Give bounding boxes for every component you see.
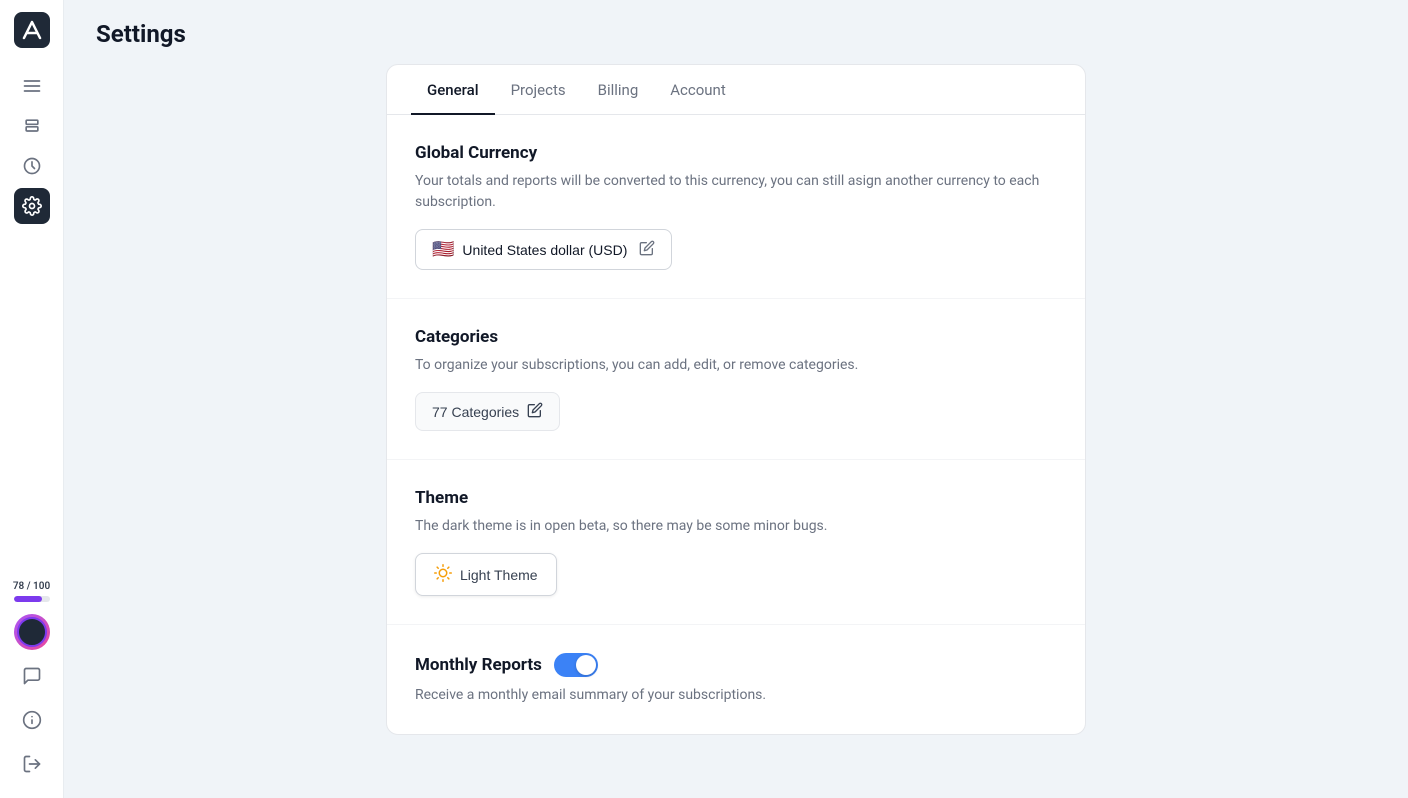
monthly-reports-title: Monthly Reports	[415, 655, 542, 675]
monthly-reports-toggle[interactable]	[554, 653, 598, 677]
monthly-reports-section: Monthly Reports Receive a monthly email …	[387, 625, 1085, 734]
categories-button[interactable]: 77 Categories	[415, 392, 560, 431]
menu-icon[interactable]	[14, 68, 50, 104]
page-title: Settings	[96, 20, 1376, 48]
edit-currency-icon	[639, 240, 655, 259]
usage-section: 78 / 100	[13, 581, 50, 602]
settings-icon[interactable]	[14, 188, 50, 224]
theme-section: Theme The dark theme is in open beta, so…	[387, 460, 1085, 625]
currency-label: United States dollar (USD)	[462, 242, 627, 258]
settings-panel: General Projects Billing Account Global …	[386, 64, 1086, 735]
currency-title: Global Currency	[415, 143, 1057, 163]
monthly-reports-header: Monthly Reports	[415, 653, 1057, 677]
theme-button[interactable]: Light Theme	[415, 553, 557, 596]
usage-fill	[14, 596, 42, 602]
message-icon[interactable]	[14, 658, 50, 694]
app-logo[interactable]	[14, 12, 50, 48]
categories-section: Categories To organize your subscription…	[387, 299, 1085, 460]
tab-general[interactable]: General	[411, 65, 495, 115]
flag-emoji: 🇺🇸	[432, 239, 454, 260]
sun-icon	[434, 564, 452, 585]
usage-bar	[14, 596, 50, 602]
tab-billing[interactable]: Billing	[582, 65, 655, 115]
edit-categories-icon	[527, 402, 543, 421]
currency-section: Global Currency Your totals and reports …	[387, 115, 1085, 299]
logout-icon[interactable]	[14, 746, 50, 782]
settings-area: General Projects Billing Account Global …	[64, 64, 1408, 798]
clock-icon[interactable]	[14, 148, 50, 184]
currency-button[interactable]: 🇺🇸 United States dollar (USD)	[415, 229, 672, 270]
tab-projects[interactable]: Projects	[495, 65, 582, 115]
monthly-reports-desc: Receive a monthly email summary of your …	[415, 685, 1057, 706]
page-header: Settings	[64, 0, 1408, 64]
usage-text: 78 / 100	[13, 581, 50, 592]
sidebar: 78 / 100	[0, 0, 64, 798]
avatar[interactable]	[14, 614, 50, 650]
toggle-knob	[576, 655, 596, 675]
main-content: Settings General Projects Billing Accoun…	[64, 0, 1408, 798]
tabs-bar: General Projects Billing Account	[387, 65, 1085, 115]
info-icon[interactable]	[14, 702, 50, 738]
avatar-image	[17, 617, 47, 647]
layers-icon[interactable]	[14, 108, 50, 144]
theme-title: Theme	[415, 488, 1057, 508]
categories-desc: To organize your subscriptions, you can …	[415, 355, 1057, 376]
theme-label: Light Theme	[460, 567, 538, 583]
tab-account[interactable]: Account	[654, 65, 742, 115]
categories-title: Categories	[415, 327, 1057, 347]
theme-desc: The dark theme is in open beta, so there…	[415, 516, 1057, 537]
currency-desc: Your totals and reports will be converte…	[415, 171, 1057, 213]
categories-label: 77 Categories	[432, 404, 519, 420]
